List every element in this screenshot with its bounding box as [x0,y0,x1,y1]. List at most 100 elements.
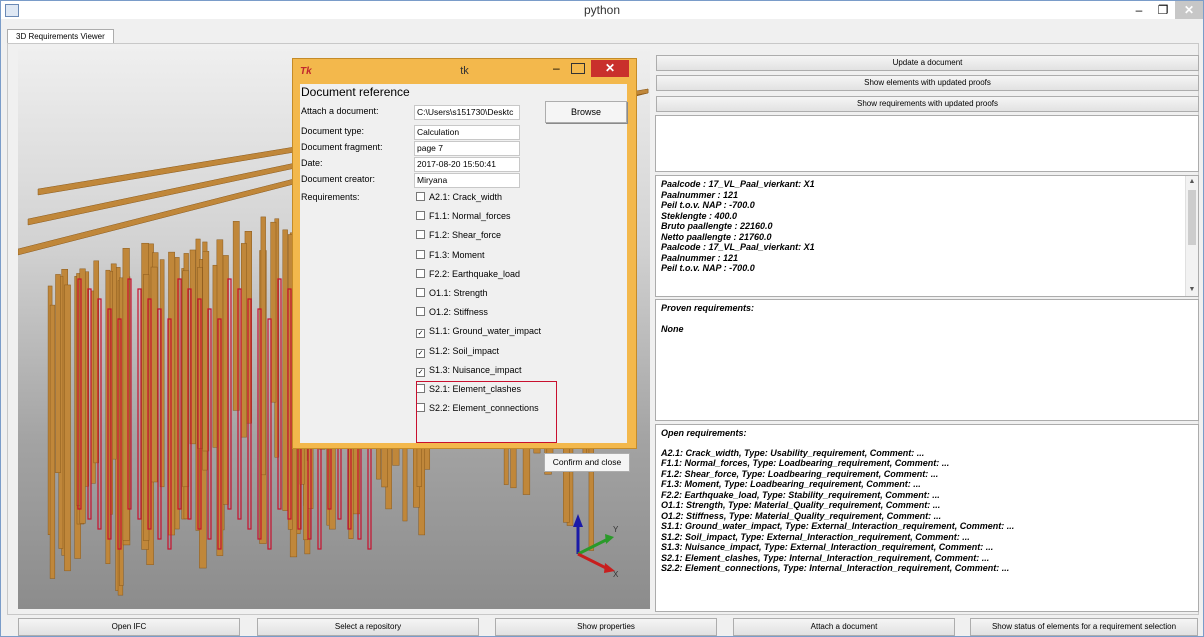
property-line: Paalcode : 17_VL_Paal_vierkant: X1 [661,242,815,252]
requirement-checkbox[interactable]: F1.3: Moment [416,249,485,261]
open-requirement-line: S2.2: Element_connections, Type: Interna… [661,563,1010,573]
property-line: Paalcode : 17_VL_Paal_vierkant: X1 [661,179,815,189]
confirm-and-close-button[interactable]: Confirm and close [544,453,630,472]
attach-document-button[interactable]: Attach a document [733,618,955,636]
unchecked-icon[interactable] [416,211,425,221]
open-requirement-line: S1.1: Ground_water_impact, Type: Externa… [661,521,1015,531]
scroll-up-icon[interactable]: ▲ [1186,176,1198,188]
open-ifc-button[interactable]: Open IFC [18,618,240,636]
requirement-checkbox[interactable]: ✓ S1.1: Ground_water_impact [416,325,541,339]
property-line: Peil t.o.v. NAP : -700.0 [661,263,755,273]
open-requirement-line: F2.2: Earthquake_load, Type: Stability_r… [661,489,940,500]
property-line: Paalnummer : 121 [661,189,739,200]
selected-pile[interactable] [207,308,212,540]
highlight-box [416,381,557,443]
document-creator-label: Document creator: [301,174,376,184]
requirement-label: F1.2: Shear_force [429,230,502,241]
maximize-icon[interactable]: ❐ [1151,1,1175,19]
show-status-elements-button[interactable]: Show status of elements for a requiremen… [970,618,1198,636]
axis-triad: Y X [573,514,619,579]
document-creator-field[interactable]: Miryana [414,173,520,188]
open-requirement-line: F1.2: Shear_force, Type: Loadbearing_req… [661,468,939,479]
selected-pile[interactable] [157,308,162,540]
unchecked-icon[interactable] [416,288,425,297]
axis-x-label: X [613,570,619,579]
checked-icon[interactable]: ✓ [416,329,425,339]
axis-y-label: Y [613,525,619,534]
properties-text: Paalcode : 17_VL_Paal_vierkant: X1 Paalnu… [656,176,1198,277]
selected-pile[interactable] [277,278,282,510]
unchecked-icon[interactable] [416,307,425,317]
dialog-minimize-icon[interactable]: – [553,61,573,75]
requirement-checkbox[interactable]: F1.1: Normal_forces [416,210,511,222]
tab-3d-requirements-viewer[interactable]: 3D Requirements Viewer [7,29,114,44]
requirement-label: S1.2: Soil_impact [429,345,500,356]
requirement-label: O1.2: Stiffness [429,307,488,318]
property-line: Steklengte : 400.0 [661,210,738,221]
requirement-checkbox[interactable]: O1.2: Stiffness [416,306,488,318]
requirements-label: Requirements: [301,192,360,202]
proven-requirements-panel: Proven requirements: None [655,299,1199,421]
open-title: Open requirements: [661,428,747,438]
selected-pile[interactable] [137,288,142,520]
dialog-body: Document reference Attach a document: C:… [300,84,630,472]
open-requirement-line: S1.3: Nuisance_impact, Type: External_In… [661,542,994,552]
requirement-checkbox[interactable]: A2.1: Crack_width [416,191,502,203]
checked-icon[interactable]: ✓ [416,348,425,358]
property-line: Bruto paallengte : 22160.0 [661,221,773,231]
selected-pile[interactable] [267,318,272,550]
pile [49,304,56,579]
document-type-label: Document type: [301,126,365,136]
requirement-checkbox[interactable]: ✓ S1.2: Soil_impact [416,345,500,358]
requirement-checkbox[interactable]: F2.2: Earthquake_load [416,268,520,280]
show-elements-updated-proofs-button[interactable]: Show elements with updated proofs [656,75,1199,91]
requirement-checkbox[interactable]: ✓ S1.3: Nuisance_impact [416,364,522,377]
attach-path-field[interactable]: C:\Users\s151730\Desktc [414,105,520,120]
properties-panel[interactable]: Paalcode : 17_VL_Paal_vierkant: X1 Paalnu… [655,175,1199,297]
open-requirement-line: O1.2: Stiffness, Type: Material_Quality_… [661,510,942,521]
proven-value: None [661,323,684,334]
empty-output-box [655,115,1199,172]
dialog-title-bar: Tk tk – ✕ [293,59,636,83]
selected-pile[interactable] [227,278,232,510]
selected-pile[interactable] [87,288,92,520]
property-line: Netto paallengte : 21760.0 [661,231,772,242]
date-label: Date: [301,158,323,168]
select-repository-button[interactable]: Select a repository [257,618,479,636]
document-type-field[interactable]: Calculation [414,125,520,140]
open-requirement-line: F1.1: Normal_forces, Type: Loadbearing_r… [661,458,950,468]
document-reference-dialog: Tk tk – ✕ Document reference Attach a do… [292,58,637,472]
minimize-icon[interactable]: – [1127,1,1151,19]
unchecked-icon[interactable] [416,192,425,201]
open-requirement-line: F1.3: Moment, Type: Loadbearing_requirem… [661,479,921,489]
show-properties-button[interactable]: Show properties [495,618,717,636]
open-requirement-line: A2.1: Crack_width, Type: Usability_requi… [661,447,925,458]
update-document-button[interactable]: Update a document [656,55,1199,71]
open-requirement-line: O1.1: Strength, Type: Material_Quality_r… [661,500,941,510]
requirement-label: F2.2: Earthquake_load [429,268,521,279]
scroll-down-icon[interactable]: ▼ [1186,284,1198,296]
requirement-checkbox[interactable]: O1.1: Strength [416,287,488,299]
close-icon[interactable]: ✕ [1175,1,1203,19]
scroll-thumb[interactable] [1188,190,1196,245]
unchecked-icon[interactable] [416,230,425,240]
requirement-label: S1.3: Nuisance_impact [429,364,522,375]
selected-pile[interactable] [187,288,192,520]
attach-label: Attach a document: [301,106,379,116]
unchecked-icon[interactable] [416,249,425,259]
dialog-close-icon[interactable]: ✕ [591,60,629,77]
unchecked-icon[interactable] [416,268,425,278]
requirement-checkbox[interactable]: F1.2: Shear_force [416,229,501,241]
browse-button[interactable]: Browse [545,101,627,123]
open-requirements-panel: Open requirements: A2.1: Crack_width, Ty… [655,424,1199,612]
open-requirements-list: A2.1: Crack_width, Type: Usability_requi… [661,448,1193,574]
pile [64,284,71,572]
show-requirements-updated-proofs-button[interactable]: Show requirements with updated proofs [656,96,1199,112]
selected-pile[interactable] [97,298,102,530]
document-fragment-field[interactable]: page 7 [414,141,520,156]
window-title: python [583,3,621,17]
date-field[interactable]: 2017-08-20 15:50:41 [414,157,520,172]
properties-scrollbar[interactable]: ▲ ▼ [1185,176,1198,296]
checked-icon[interactable]: ✓ [416,367,425,377]
dialog-maximize-icon[interactable] [571,63,585,74]
